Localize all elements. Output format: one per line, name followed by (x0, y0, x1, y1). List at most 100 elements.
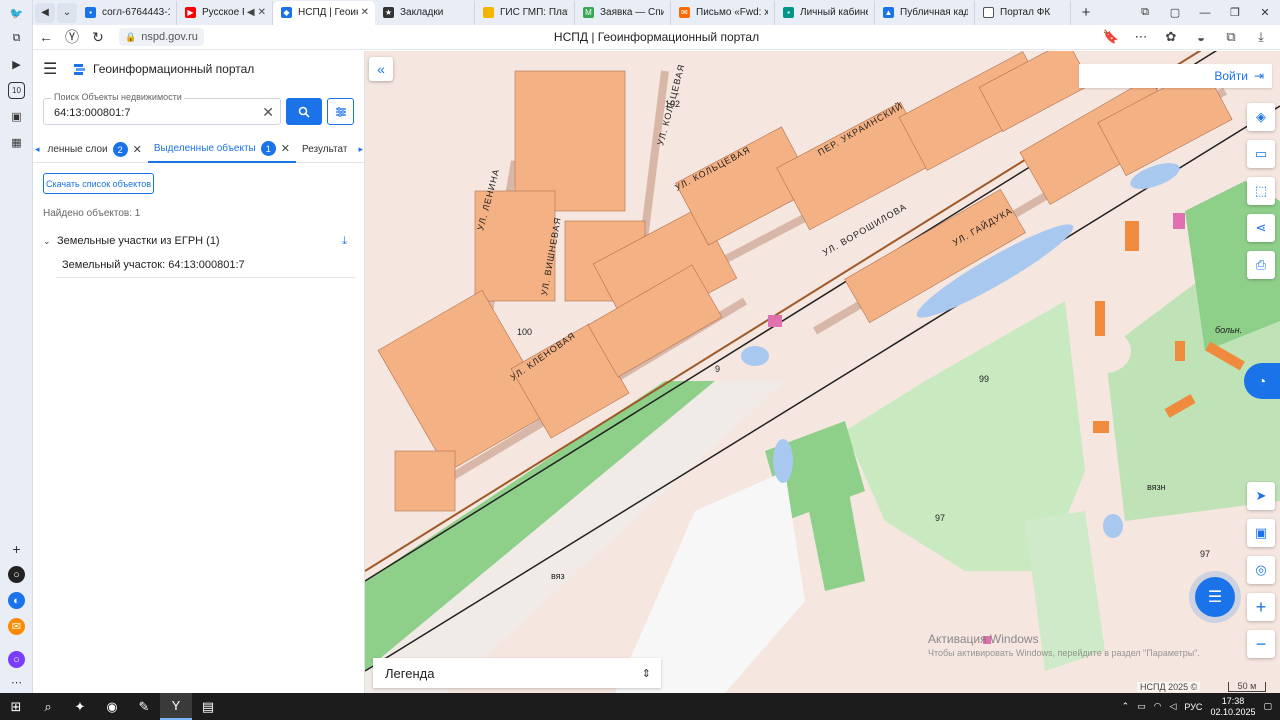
legend-panel[interactable]: Легенда ⇕ (373, 658, 661, 688)
add-icon[interactable]: + (8, 540, 25, 557)
layers-button[interactable]: ◈ (1247, 103, 1275, 131)
locate-button[interactable]: ➤ (1247, 482, 1275, 510)
new-tab-button[interactable]: + (1075, 2, 1097, 24)
back-icon[interactable]: ← (33, 29, 59, 45)
extension2-icon[interactable]: ◒ (1188, 30, 1214, 45)
wifi-icon[interactable]: ◠ (1154, 701, 1162, 712)
app-icon[interactable]: ✎ (128, 693, 160, 720)
tab-close-icon[interactable]: ✕ (133, 143, 142, 156)
tab-results[interactable]: Результат (296, 137, 357, 163)
minimize-icon[interactable]: — (1190, 7, 1220, 19)
tab-list-icon[interactable]: ⌄ (57, 2, 77, 23)
download-list-button[interactable]: Скачать список объектов (43, 173, 154, 194)
tab-selected-layers[interactable]: ленные слои 2 ✕ (42, 137, 148, 163)
notifications-icon[interactable]: ▢ (1263, 701, 1272, 712)
close-window-icon[interactable]: ✕ (1250, 6, 1280, 19)
language-indicator[interactable]: РУС (1184, 702, 1202, 712)
chevron-updown-icon[interactable]: ⇕ (642, 667, 651, 680)
app-icon[interactable]: ✦ (64, 693, 96, 720)
tab-5[interactable]: M Заявка — Списо (575, 0, 671, 25)
tab-7[interactable]: ▪ Личный кабинет (775, 0, 875, 25)
tab-selected-objects[interactable]: Выделенные объекты 1 ✕ (147, 137, 296, 163)
chevron-down-icon[interactable]: ⌄ (43, 236, 57, 247)
app-icon[interactable]: ◉ (96, 693, 128, 720)
menu-icon[interactable]: ☰ (43, 59, 59, 79)
more-icon[interactable]: ⋯ (8, 674, 25, 691)
extension3-icon[interactable]: ⧉ (1218, 29, 1244, 45)
clear-icon[interactable]: ✕ (262, 104, 274, 121)
apps-icon[interactable]: ▦ (8, 134, 25, 151)
ruler-button[interactable]: ▭ (1247, 140, 1275, 168)
search-field[interactable]: Поиск Объекты недвижимости 64:13:000801:… (43, 92, 281, 125)
zoom-in-button[interactable]: + (1247, 593, 1275, 621)
map-canvas[interactable]: 102 100 99 97 97 9 вяз вязн больн. УЛ. Л… (365, 51, 1280, 693)
tab-1[interactable]: ▶ Русское Ра ◀ ✕ (177, 0, 273, 25)
windows-start-icon[interactable]: ⊞ (0, 693, 32, 720)
volume-icon[interactable]: ◁ (1169, 701, 1176, 712)
tabs-left-icon[interactable]: ◂ (33, 144, 42, 155)
tray-up-icon[interactable]: ⌃ (1122, 701, 1130, 712)
egrn-group[interactable]: ⌄ Земельные участки из ЕГРН (1) ⤓ (43, 231, 355, 251)
parcel-item[interactable]: Земельный участок: 64:13:000801:7 (56, 252, 355, 278)
tv-icon[interactable]: ▣ (8, 108, 25, 125)
print-button[interactable]: ⎙ (1247, 251, 1275, 279)
ten-icon[interactable]: 10 (8, 82, 25, 99)
yandex-icon[interactable]: Ⓨ (59, 27, 85, 47)
search-value[interactable]: 64:13:000801:7 (54, 107, 130, 119)
tab-9[interactable]: Портал ФК (975, 0, 1071, 25)
mail-icon[interactable]: ✉ (8, 618, 25, 635)
assistant-icon[interactable]: ○ (8, 651, 25, 668)
activation-watermark: Активация Windows (928, 632, 1039, 646)
browser-logo-icon[interactable]: 🐦 (8, 5, 25, 22)
tab-2-active[interactable]: ◆ НСПД | Геоинс ✕ (273, 0, 375, 25)
network-icon[interactable]: ▭ (1137, 701, 1146, 712)
bookmark-icon[interactable]: 🔖 (1098, 29, 1124, 45)
account-icon[interactable]: ▢ (1160, 6, 1190, 19)
search-icon[interactable]: ⌕ (32, 693, 64, 720)
search-button[interactable] (286, 98, 322, 125)
url-field[interactable]: 🔒 nspd.gov.ru (119, 28, 204, 46)
assistant-button[interactable]: ◔ (1244, 363, 1280, 399)
browser-sidebar: 🐦 ⧉ ▶ 10 ▣ ▦ + ○ ◐ ✉ ○ ⋯ (0, 0, 33, 693)
mute-icon[interactable]: ◀ (247, 7, 255, 18)
file-explorer-icon[interactable]: ▤ (192, 693, 224, 720)
downloads-icon[interactable]: ⤓ (1248, 29, 1274, 45)
tab-4[interactable]: ГИС ГМП: Плате (475, 0, 575, 25)
browser-icon[interactable]: ◐ (8, 592, 25, 609)
zoom-out-button[interactable]: − (1247, 630, 1275, 658)
tab-close-icon[interactable]: ✕ (258, 7, 266, 18)
download-icon[interactable]: ⤓ (342, 235, 347, 248)
yandex-browser-icon[interactable]: Y (160, 693, 192, 720)
panel-tabs: ◂ ленные слои 2 ✕ Выделенные объекты 1 ✕… (33, 137, 365, 163)
video-icon[interactable]: ▶ (8, 56, 25, 73)
page-title: НСПД | Геоинформационный портал (553, 30, 760, 44)
minimap-button[interactable]: ▣ (1247, 519, 1275, 547)
tab-0[interactable]: ▪ согл-6764443-1 о (77, 0, 177, 25)
alice-icon[interactable]: ○ (8, 566, 25, 583)
tab-6[interactable]: ✉ Письмо «Fwd: хо (671, 0, 775, 25)
extension-icon[interactable]: ✿ (1158, 29, 1184, 45)
restore-icon[interactable]: ❐ (1220, 6, 1250, 19)
tab-8[interactable]: ▲ Публичная кадас (875, 0, 975, 25)
lock-icon: 🔒 (125, 31, 137, 42)
tab-3[interactable]: ★ Закладки (375, 0, 475, 25)
chat-button[interactable]: ☰ (1195, 577, 1235, 617)
select-area-button[interactable]: ⬚ (1247, 177, 1275, 205)
tab-audio-icon[interactable]: ◀ (35, 2, 55, 23)
map-view[interactable]: 102 100 99 97 97 9 вяз вязн больн. УЛ. Л… (365, 51, 1280, 693)
map-number: 99 (979, 374, 989, 384)
geolocation-button[interactable]: ◎ (1247, 556, 1275, 584)
tab-close-icon[interactable]: ✕ (281, 142, 290, 155)
tabs-right-icon[interactable]: ▸ (356, 144, 365, 155)
filter-button[interactable] (327, 98, 354, 125)
more-options-icon[interactable]: ⋯ (1128, 29, 1154, 45)
collections-icon[interactable]: ⧉ (8, 30, 25, 47)
reload-icon[interactable]: ↻ (85, 29, 111, 46)
tab-search-icon[interactable]: ⧉ (1130, 6, 1160, 19)
tab-close-icon[interactable]: ✕ (361, 7, 369, 18)
login-button[interactable]: Войти ⇥ (1079, 64, 1272, 88)
clock[interactable]: 17:38 02.10.2025 (1210, 696, 1255, 718)
tab-title: Личный кабинет (800, 7, 868, 18)
collapse-panel-button[interactable]: « (369, 57, 393, 81)
share-button[interactable]: ⋖ (1247, 214, 1275, 242)
